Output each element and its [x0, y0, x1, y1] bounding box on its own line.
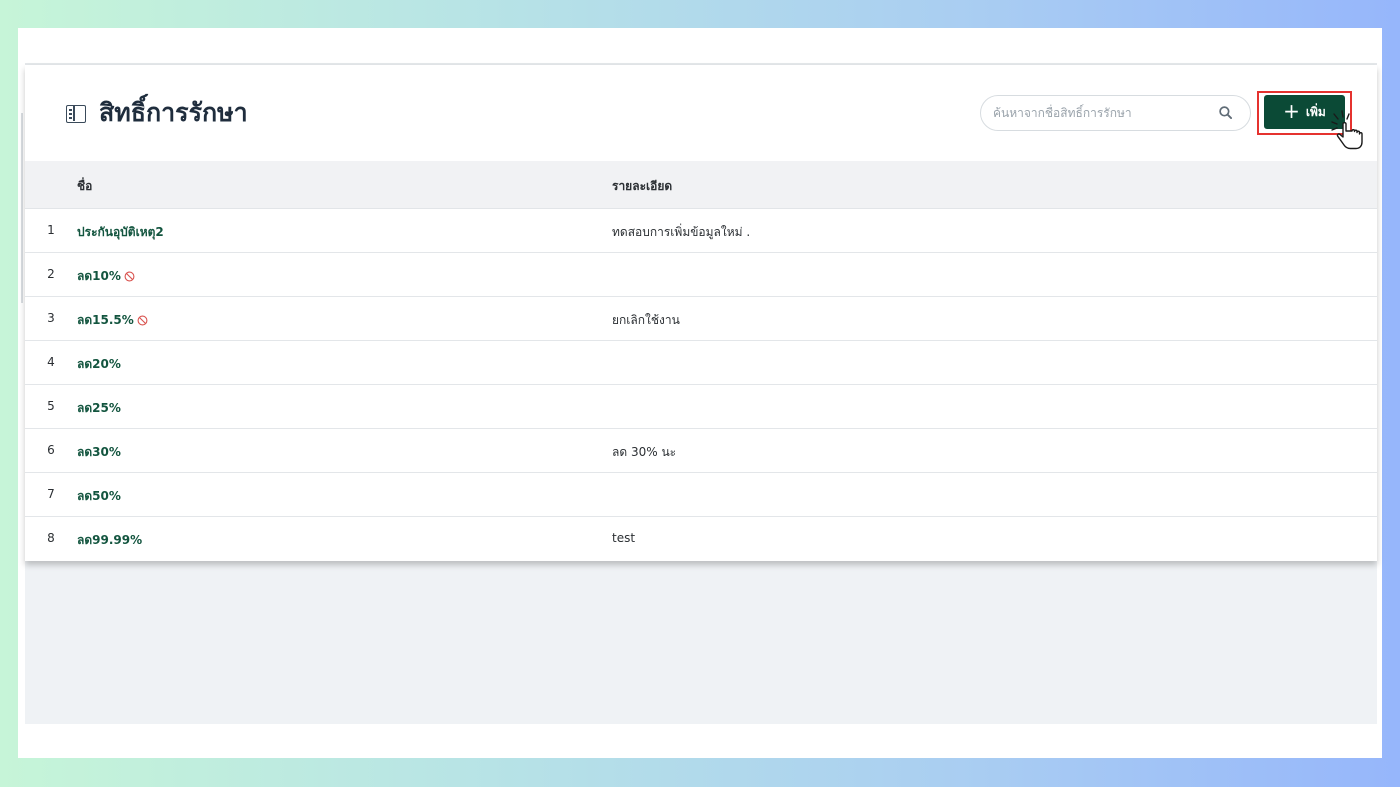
search-icon[interactable]	[1219, 106, 1232, 119]
row-number: 4	[47, 355, 55, 369]
row-name-text: ลด25%	[77, 401, 121, 415]
table-row[interactable]: 3 ลด15.5% ยกเลิกใช้งาน	[25, 297, 1377, 341]
row-description: ยกเลิกใช้งาน	[612, 313, 680, 327]
row-description: test	[612, 531, 636, 545]
row-name-link[interactable]: ลด10%	[77, 267, 135, 286]
row-name-link[interactable]: ลด25%	[77, 399, 121, 418]
row-number: 7	[47, 487, 55, 501]
table-row[interactable]: 5 ลด25%	[25, 385, 1377, 429]
ban-icon	[124, 271, 135, 282]
ban-icon	[137, 315, 148, 326]
row-name-text: ลด99.99%	[77, 533, 143, 547]
table-row[interactable]: 2 ลด10%	[25, 253, 1377, 297]
plus-icon: +	[1283, 99, 1300, 123]
row-description: ลด 30% นะ	[612, 445, 677, 459]
hand-pointer-cursor-icon	[1331, 110, 1363, 150]
row-name-link[interactable]: ลด50%	[77, 487, 121, 506]
row-name-text: ลด15.5%	[77, 313, 134, 327]
page-header: สิทธิ์การรักษา + เพิ่ม	[25, 65, 1377, 161]
search-input[interactable]	[993, 96, 1213, 130]
row-number: 5	[47, 399, 55, 413]
row-name-text: ลด50%	[77, 489, 121, 503]
row-name-text: ลด20%	[77, 357, 121, 371]
row-number: 1	[47, 223, 55, 237]
page-title: สิทธิ์การรักษา	[99, 98, 248, 127]
table-header: ชื่อ รายละเอียด	[25, 161, 1377, 209]
row-name-text: ประกันอุบัติเหตุ2	[77, 225, 164, 239]
table-row[interactable]: 1 ประกันอุบัติเหตุ2 ทดสอบการเพิ่มข้อมูลใหม…	[25, 209, 1377, 253]
content-card: สิทธิ์การรักษา + เพิ่ม	[25, 65, 1377, 561]
row-number: 6	[47, 443, 55, 457]
row-name-link[interactable]: ลด30%	[77, 443, 121, 462]
row-number: 2	[47, 267, 55, 281]
table-row[interactable]: 8 ลด99.99% test	[25, 517, 1377, 561]
row-name-link[interactable]: ลด20%	[77, 355, 121, 374]
row-name-link[interactable]: ลด15.5%	[77, 311, 148, 330]
add-button-label: เพิ่ม	[1305, 104, 1326, 119]
table-row[interactable]: 6 ลด30% ลด 30% นะ	[25, 429, 1377, 473]
app-content: สิทธิ์การรักษา + เพิ่ม	[21, 63, 1377, 724]
table-row[interactable]: 7 ลด50%	[25, 473, 1377, 517]
row-number: 3	[47, 311, 55, 325]
column-header-name: ชื่อ	[77, 179, 93, 193]
column-header-description: รายละเอียด	[612, 179, 673, 193]
sidebar-panel-icon[interactable]	[66, 105, 86, 123]
screenshot-frame: สิทธิ์การรักษา + เพิ่ม	[18, 28, 1382, 758]
row-name-text: ลด30%	[77, 445, 121, 459]
row-name-link[interactable]: ประกันอุบัติเหตุ2	[77, 223, 164, 242]
row-number: 8	[47, 531, 55, 545]
row-name-text: ลด10%	[77, 269, 121, 283]
table-row[interactable]: 4 ลด20%	[25, 341, 1377, 385]
row-name-link[interactable]: ลด99.99%	[77, 531, 142, 550]
scroll-divider	[21, 113, 23, 303]
row-description: ทดสอบการเพิ่มข้อมูลใหม่ .	[612, 225, 751, 239]
search-box	[980, 95, 1251, 131]
